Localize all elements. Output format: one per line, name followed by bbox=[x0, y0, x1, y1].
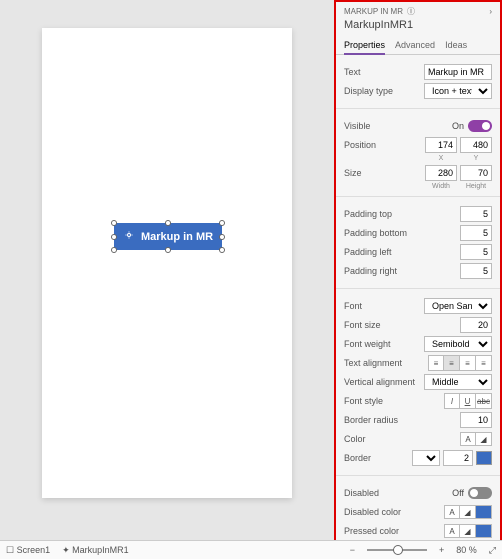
pressed-color-group[interactable]: A◢ bbox=[444, 524, 492, 538]
breadcrumb-control[interactable]: ✦ MarkupInMR1 bbox=[62, 545, 129, 556]
fill-color-icon: ◢ bbox=[476, 432, 492, 446]
position-label: Position bbox=[344, 140, 425, 150]
border-color-swatch[interactable] bbox=[476, 451, 492, 465]
pad-top-input[interactable] bbox=[460, 206, 492, 222]
tab-properties[interactable]: Properties bbox=[344, 37, 385, 55]
disabled-color-group[interactable]: A◢ bbox=[444, 505, 492, 519]
size-h-input[interactable] bbox=[460, 165, 492, 181]
info-icon[interactable]: ⓘ bbox=[407, 6, 415, 17]
panel-control-name: MarkupInMR1 bbox=[344, 17, 492, 35]
align-left-icon: ≡ bbox=[428, 355, 444, 371]
font-size-input[interactable] bbox=[460, 317, 492, 333]
position-x-input[interactable] bbox=[425, 137, 457, 153]
visible-label: Visible bbox=[344, 121, 452, 131]
artboard[interactable]: Markup in MR bbox=[42, 28, 292, 498]
pad-left-input[interactable] bbox=[460, 244, 492, 260]
canvas-area[interactable]: Markup in MR bbox=[0, 0, 334, 540]
visible-toggle[interactable] bbox=[468, 120, 492, 132]
align-justify-icon: ≡ bbox=[476, 355, 492, 371]
font-select[interactable]: Open Sans bbox=[424, 298, 492, 314]
zoom-label: 80 % bbox=[456, 545, 477, 555]
display-type-select[interactable]: Icon + text bbox=[424, 83, 492, 99]
zoom-slider[interactable] bbox=[367, 549, 427, 551]
font-color-icon: A bbox=[460, 432, 476, 446]
pad-bottom-input[interactable] bbox=[460, 225, 492, 241]
align-right-icon: ≡ bbox=[460, 355, 476, 371]
panel-type-label: MARKUP IN MR ⓘ › bbox=[344, 6, 492, 17]
font-weight-select[interactable]: Semibold bbox=[424, 336, 492, 352]
collapse-icon[interactable]: › bbox=[489, 7, 492, 16]
tab-ideas[interactable]: Ideas bbox=[445, 37, 467, 54]
display-type-label: Display type bbox=[344, 86, 424, 96]
position-y-input[interactable] bbox=[460, 137, 492, 153]
border-style-select[interactable]: — bbox=[412, 450, 440, 466]
visible-on-text: On bbox=[452, 121, 464, 131]
markup-mr-icon bbox=[123, 229, 135, 244]
size-w-input[interactable] bbox=[425, 165, 457, 181]
panel-tabs: Properties Advanced Ideas bbox=[336, 37, 500, 55]
zoom-out-button[interactable]: − bbox=[350, 545, 355, 555]
border-width-input[interactable] bbox=[443, 450, 473, 466]
markup-in-mr-control[interactable]: Markup in MR bbox=[114, 223, 222, 250]
align-center-icon: ≡ bbox=[444, 355, 460, 371]
italic-icon: I bbox=[444, 393, 460, 409]
tab-advanced[interactable]: Advanced bbox=[395, 37, 435, 54]
text-label: Text bbox=[344, 67, 424, 77]
fit-screen-icon[interactable]: ⤢ bbox=[489, 545, 496, 556]
font-style-group[interactable]: IUabc bbox=[444, 393, 492, 409]
strike-icon: abc bbox=[476, 393, 492, 409]
status-bar: ☐ Screen1 ✦ MarkupInMR1 − + 80 % ⤢ bbox=[0, 540, 502, 559]
control-text: Markup in MR bbox=[141, 231, 213, 243]
properties-panel: MARKUP IN MR ⓘ › MarkupInMR1 Properties … bbox=[334, 0, 502, 555]
border-radius-input[interactable] bbox=[460, 412, 492, 428]
vert-align-select[interactable]: Middle bbox=[424, 374, 492, 390]
breadcrumb-screen[interactable]: ☐ Screen1 bbox=[6, 545, 50, 556]
zoom-in-button[interactable]: + bbox=[439, 545, 444, 555]
size-label: Size bbox=[344, 168, 425, 178]
text-input[interactable] bbox=[424, 64, 492, 80]
text-align-group[interactable]: ≡≡≡≡ bbox=[428, 355, 492, 371]
underline-icon: U bbox=[460, 393, 476, 409]
disabled-toggle[interactable] bbox=[468, 487, 492, 499]
color-group[interactable]: A◢ bbox=[460, 432, 492, 446]
pad-right-input[interactable] bbox=[460, 263, 492, 279]
